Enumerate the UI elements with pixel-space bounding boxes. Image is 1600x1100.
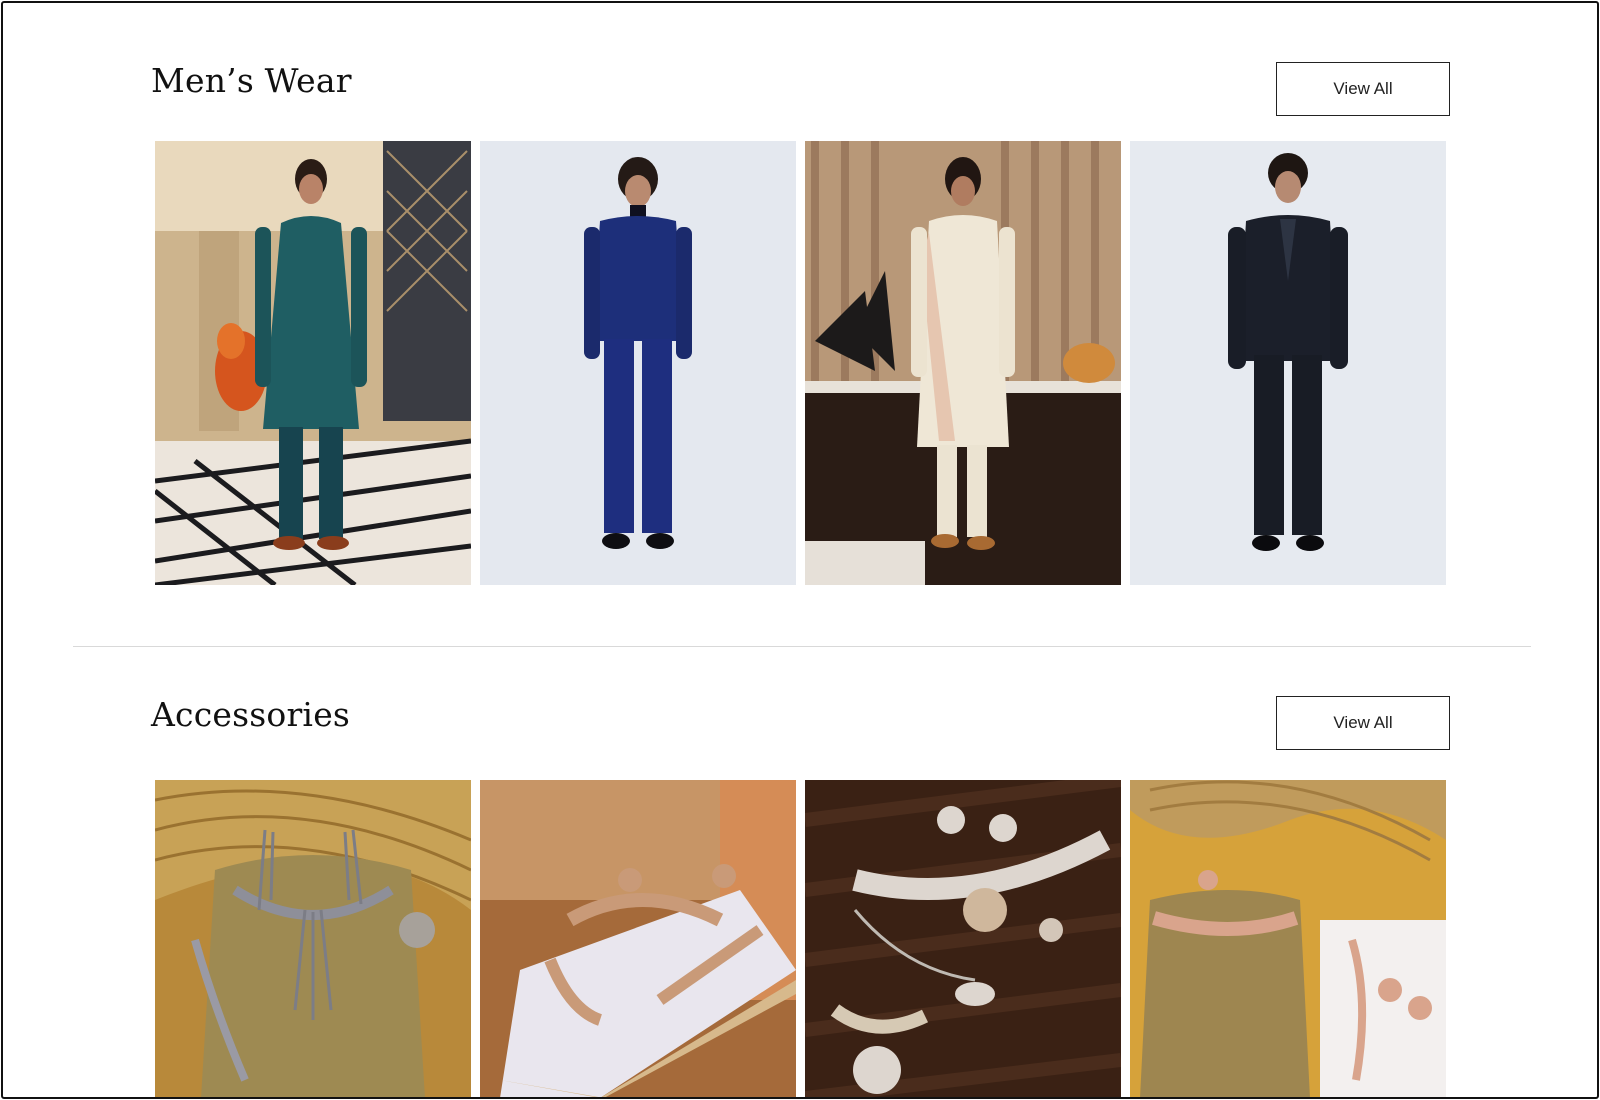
product-image-black-tuxedo	[1130, 141, 1446, 585]
product-image-rose-pearl-choker	[1130, 780, 1446, 1097]
product-image-crystal-choker	[805, 780, 1121, 1097]
section-title-mens-wear: Men’s Wear	[151, 61, 352, 100]
view-all-button-mens-wear[interactable]: View All	[1276, 62, 1450, 116]
product-image-teal-sherwani	[155, 141, 471, 585]
page-frame: Men’s Wear View All Accessories View All	[1, 1, 1599, 1099]
product-card-black-tuxedo[interactable]	[1130, 141, 1446, 585]
section-divider	[73, 646, 1531, 647]
product-image-navy-bandhgala	[480, 141, 796, 585]
product-card-crystal-choker[interactable]	[805, 780, 1121, 1097]
section-title-accessories: Accessories	[151, 695, 351, 734]
product-image-rose-gold-tiara	[480, 780, 796, 1097]
product-image-silver-pearl-choker	[155, 780, 471, 1097]
view-all-button-accessories[interactable]: View All	[1276, 696, 1450, 750]
product-card-silver-pearl-choker[interactable]	[155, 780, 471, 1097]
product-card-rose-gold-tiara[interactable]	[480, 780, 796, 1097]
product-image-ivory-sherwani	[805, 141, 1121, 585]
product-card-teal-sherwani[interactable]	[155, 141, 471, 585]
product-card-ivory-sherwani[interactable]	[805, 141, 1121, 585]
product-card-navy-bandhgala[interactable]	[480, 141, 796, 585]
product-card-rose-pearl-choker[interactable]	[1130, 780, 1446, 1097]
